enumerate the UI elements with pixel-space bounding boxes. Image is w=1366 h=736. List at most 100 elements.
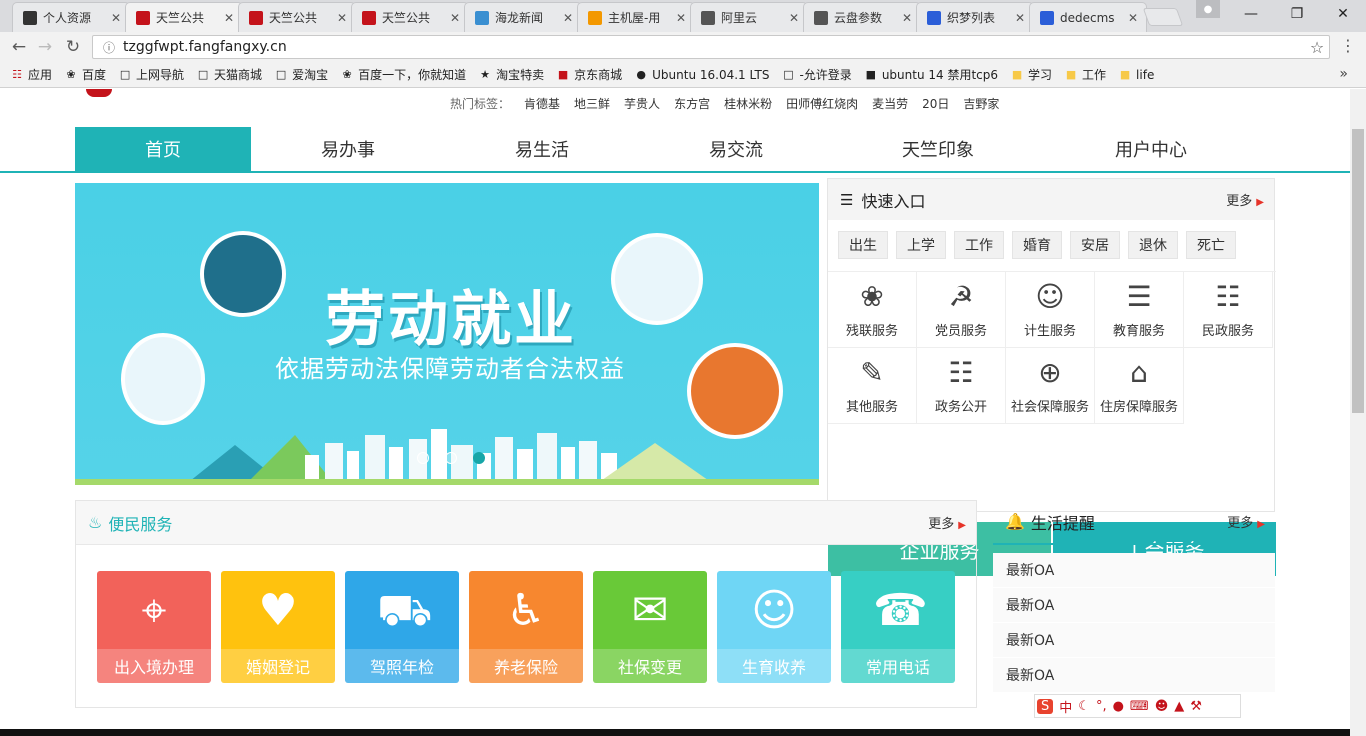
- restore-icon[interactable]: ❐: [1274, 0, 1320, 28]
- service-item[interactable]: ☷ 政务公开: [917, 348, 1006, 424]
- close-tab-icon[interactable]: ✕: [222, 11, 236, 25]
- service-item[interactable]: ⊕ 社会保障服务: [1006, 348, 1095, 424]
- bookmark-item[interactable]: □ 爱淘宝: [274, 66, 328, 83]
- close-tab-icon[interactable]: ✕: [900, 11, 914, 25]
- forward-icon[interactable]: →: [34, 36, 56, 58]
- browser-tab[interactable]: 个人资源 ✕: [12, 2, 130, 32]
- bookmarks-overflow-icon[interactable]: »: [1339, 66, 1348, 82]
- bookmark-item[interactable]: ■ 京东商城: [556, 66, 622, 83]
- quick-tag[interactable]: 工作: [954, 231, 1004, 259]
- quick-tag[interactable]: 退休: [1128, 231, 1178, 259]
- quick-tag[interactable]: 上学: [896, 231, 946, 259]
- bookmark-item[interactable]: □ 上网导航: [118, 66, 184, 83]
- banner-carousel[interactable]: 劳动就业 依据劳动法保障劳动者合法权益: [75, 183, 819, 485]
- service-item[interactable]: ☰ 教育服务: [1095, 272, 1184, 348]
- close-tab-icon[interactable]: ✕: [674, 11, 688, 25]
- convenience-card[interactable]: ⌖ 出入境办理: [97, 571, 211, 683]
- mic-icon[interactable]: ●: [1113, 699, 1124, 714]
- convenience-card[interactable]: ✉ 社保变更: [593, 571, 707, 683]
- carousel-dot[interactable]: [445, 452, 457, 464]
- quick-tag[interactable]: 安居: [1070, 231, 1120, 259]
- user-icon[interactable]: ☻: [1155, 699, 1169, 714]
- close-tab-icon[interactable]: ✕: [1126, 11, 1140, 25]
- bookmark-item[interactable]: ❀ 百度: [64, 66, 106, 83]
- hot-tag[interactable]: 桂林米粉: [724, 95, 772, 112]
- carousel-dot[interactable]: [417, 452, 429, 464]
- quick-tag[interactable]: 死亡: [1186, 231, 1236, 259]
- close-tab-icon[interactable]: ✕: [448, 11, 462, 25]
- convenience-card[interactable]: ♥ 婚姻登记: [221, 571, 335, 683]
- close-tab-icon[interactable]: ✕: [335, 11, 349, 25]
- browser-tab[interactable]: 天竺公共 ✕: [238, 2, 356, 32]
- site-logo[interactable]: [86, 89, 112, 97]
- hot-tag[interactable]: 肯德基: [524, 95, 560, 112]
- browser-tab[interactable]: 云盘参数 ✕: [803, 2, 921, 32]
- ime-mode-label[interactable]: 中: [1059, 697, 1072, 716]
- service-item[interactable]: ⌂ 住房保障服务: [1095, 348, 1184, 424]
- info-icon[interactable]: ⓘ: [99, 39, 119, 56]
- convenience-card[interactable]: ⛟ 驾照年检: [345, 571, 459, 683]
- bookmark-item[interactable]: □ -允许登录: [781, 66, 852, 83]
- back-icon[interactable]: ←: [8, 36, 30, 58]
- close-tab-icon[interactable]: ✕: [787, 11, 801, 25]
- bookmark-item[interactable]: ● Ubuntu 16.04.1 LTS: [634, 66, 769, 83]
- reload-icon[interactable]: ↻: [62, 36, 84, 58]
- quick-tag[interactable]: 出生: [838, 231, 888, 259]
- browser-tab[interactable]: 海龙新闻 ✕: [464, 2, 582, 32]
- scrollbar-thumb[interactable]: [1352, 129, 1364, 413]
- keyboard-icon[interactable]: ⌨: [1130, 699, 1149, 714]
- service-item[interactable]: ☭ 党员服务: [917, 272, 1006, 348]
- bookmark-item[interactable]: ■ ubuntu 14 禁用tcp6: [864, 66, 998, 83]
- convenience-card[interactable]: ☎ 常用电话: [841, 571, 955, 683]
- nav-item[interactable]: 易生活: [454, 127, 630, 171]
- bookmark-item[interactable]: ☷ 应用: [10, 66, 52, 83]
- hot-tag[interactable]: 田师傅红烧肉: [786, 95, 858, 112]
- hot-tag[interactable]: 东方宫: [674, 95, 710, 112]
- hot-tag[interactable]: 麦当劳: [872, 95, 908, 112]
- service-item[interactable]: ☷ 民政服务: [1184, 272, 1273, 348]
- hot-tag[interactable]: 芋贵人: [624, 95, 660, 112]
- bookmark-star-icon[interactable]: ☆: [1305, 38, 1329, 57]
- wrench-icon[interactable]: ⚒: [1190, 699, 1202, 714]
- carousel-dot[interactable]: [473, 452, 485, 464]
- browser-tab[interactable]: 织梦列表 ✕: [916, 2, 1034, 32]
- new-tab-button[interactable]: [1142, 8, 1184, 26]
- hot-tag[interactable]: 20日: [922, 95, 949, 112]
- close-tab-icon[interactable]: ✕: [109, 11, 123, 25]
- minimize-icon[interactable]: —: [1228, 0, 1274, 28]
- address-bar[interactable]: ⓘ tzggfwpt.fangfangxy.cn ☆: [92, 35, 1330, 59]
- nav-item[interactable]: 用户中心: [1063, 127, 1239, 171]
- browser-tab[interactable]: 天竺公共 ✕: [351, 2, 469, 32]
- service-item[interactable]: ❀ 残联服务: [828, 272, 917, 348]
- service-item[interactable]: ☺ 计生服务: [1006, 272, 1095, 348]
- bookmark-item[interactable]: ■ life: [1118, 66, 1154, 83]
- punct-icon[interactable]: °,: [1096, 699, 1107, 714]
- life-reminder-item[interactable]: 最新OA: [993, 588, 1275, 623]
- convenience-card[interactable]: ♿ 养老保险: [469, 571, 583, 683]
- quick-tag[interactable]: 婚育: [1012, 231, 1062, 259]
- url-text[interactable]: tzggfwpt.fangfangxy.cn: [119, 39, 1305, 55]
- browser-tab[interactable]: 阿里云 ✕: [690, 2, 808, 32]
- life-reminder-item[interactable]: 最新OA: [993, 553, 1275, 588]
- service-item[interactable]: ✎ 其他服务: [828, 348, 917, 424]
- profile-icon[interactable]: ●: [1196, 0, 1220, 18]
- life-reminder-more-link[interactable]: 更多 ▶: [1227, 512, 1265, 531]
- convenience-more-link[interactable]: 更多 ▶: [928, 513, 966, 532]
- page-scrollbar[interactable]: [1350, 89, 1366, 736]
- hot-tag[interactable]: 地三鲜: [574, 95, 610, 112]
- nav-item[interactable]: 易交流: [648, 127, 824, 171]
- bookmark-item[interactable]: ★ 淘宝特卖: [478, 66, 544, 83]
- ime-toolbar[interactable]: S 中 ☾ °, ● ⌨ ☻ ▲ ⚒: [1034, 694, 1241, 718]
- bookmark-item[interactable]: □ 天猫商城: [196, 66, 262, 83]
- nav-item[interactable]: 首页: [75, 127, 251, 171]
- shirt-icon[interactable]: ▲: [1174, 699, 1184, 714]
- hot-tag[interactable]: 吉野家: [963, 95, 999, 112]
- bookmark-item[interactable]: ■ 工作: [1064, 66, 1106, 83]
- close-tab-icon[interactable]: ✕: [1013, 11, 1027, 25]
- browser-tab[interactable]: 主机屋-用 ✕: [577, 2, 695, 32]
- close-window-icon[interactable]: ✕: [1320, 0, 1366, 28]
- moon-icon[interactable]: ☾: [1078, 699, 1090, 714]
- close-tab-icon[interactable]: ✕: [561, 11, 575, 25]
- convenience-card[interactable]: ☺ 生育收养: [717, 571, 831, 683]
- nav-item[interactable]: 天竺印象: [850, 127, 1026, 171]
